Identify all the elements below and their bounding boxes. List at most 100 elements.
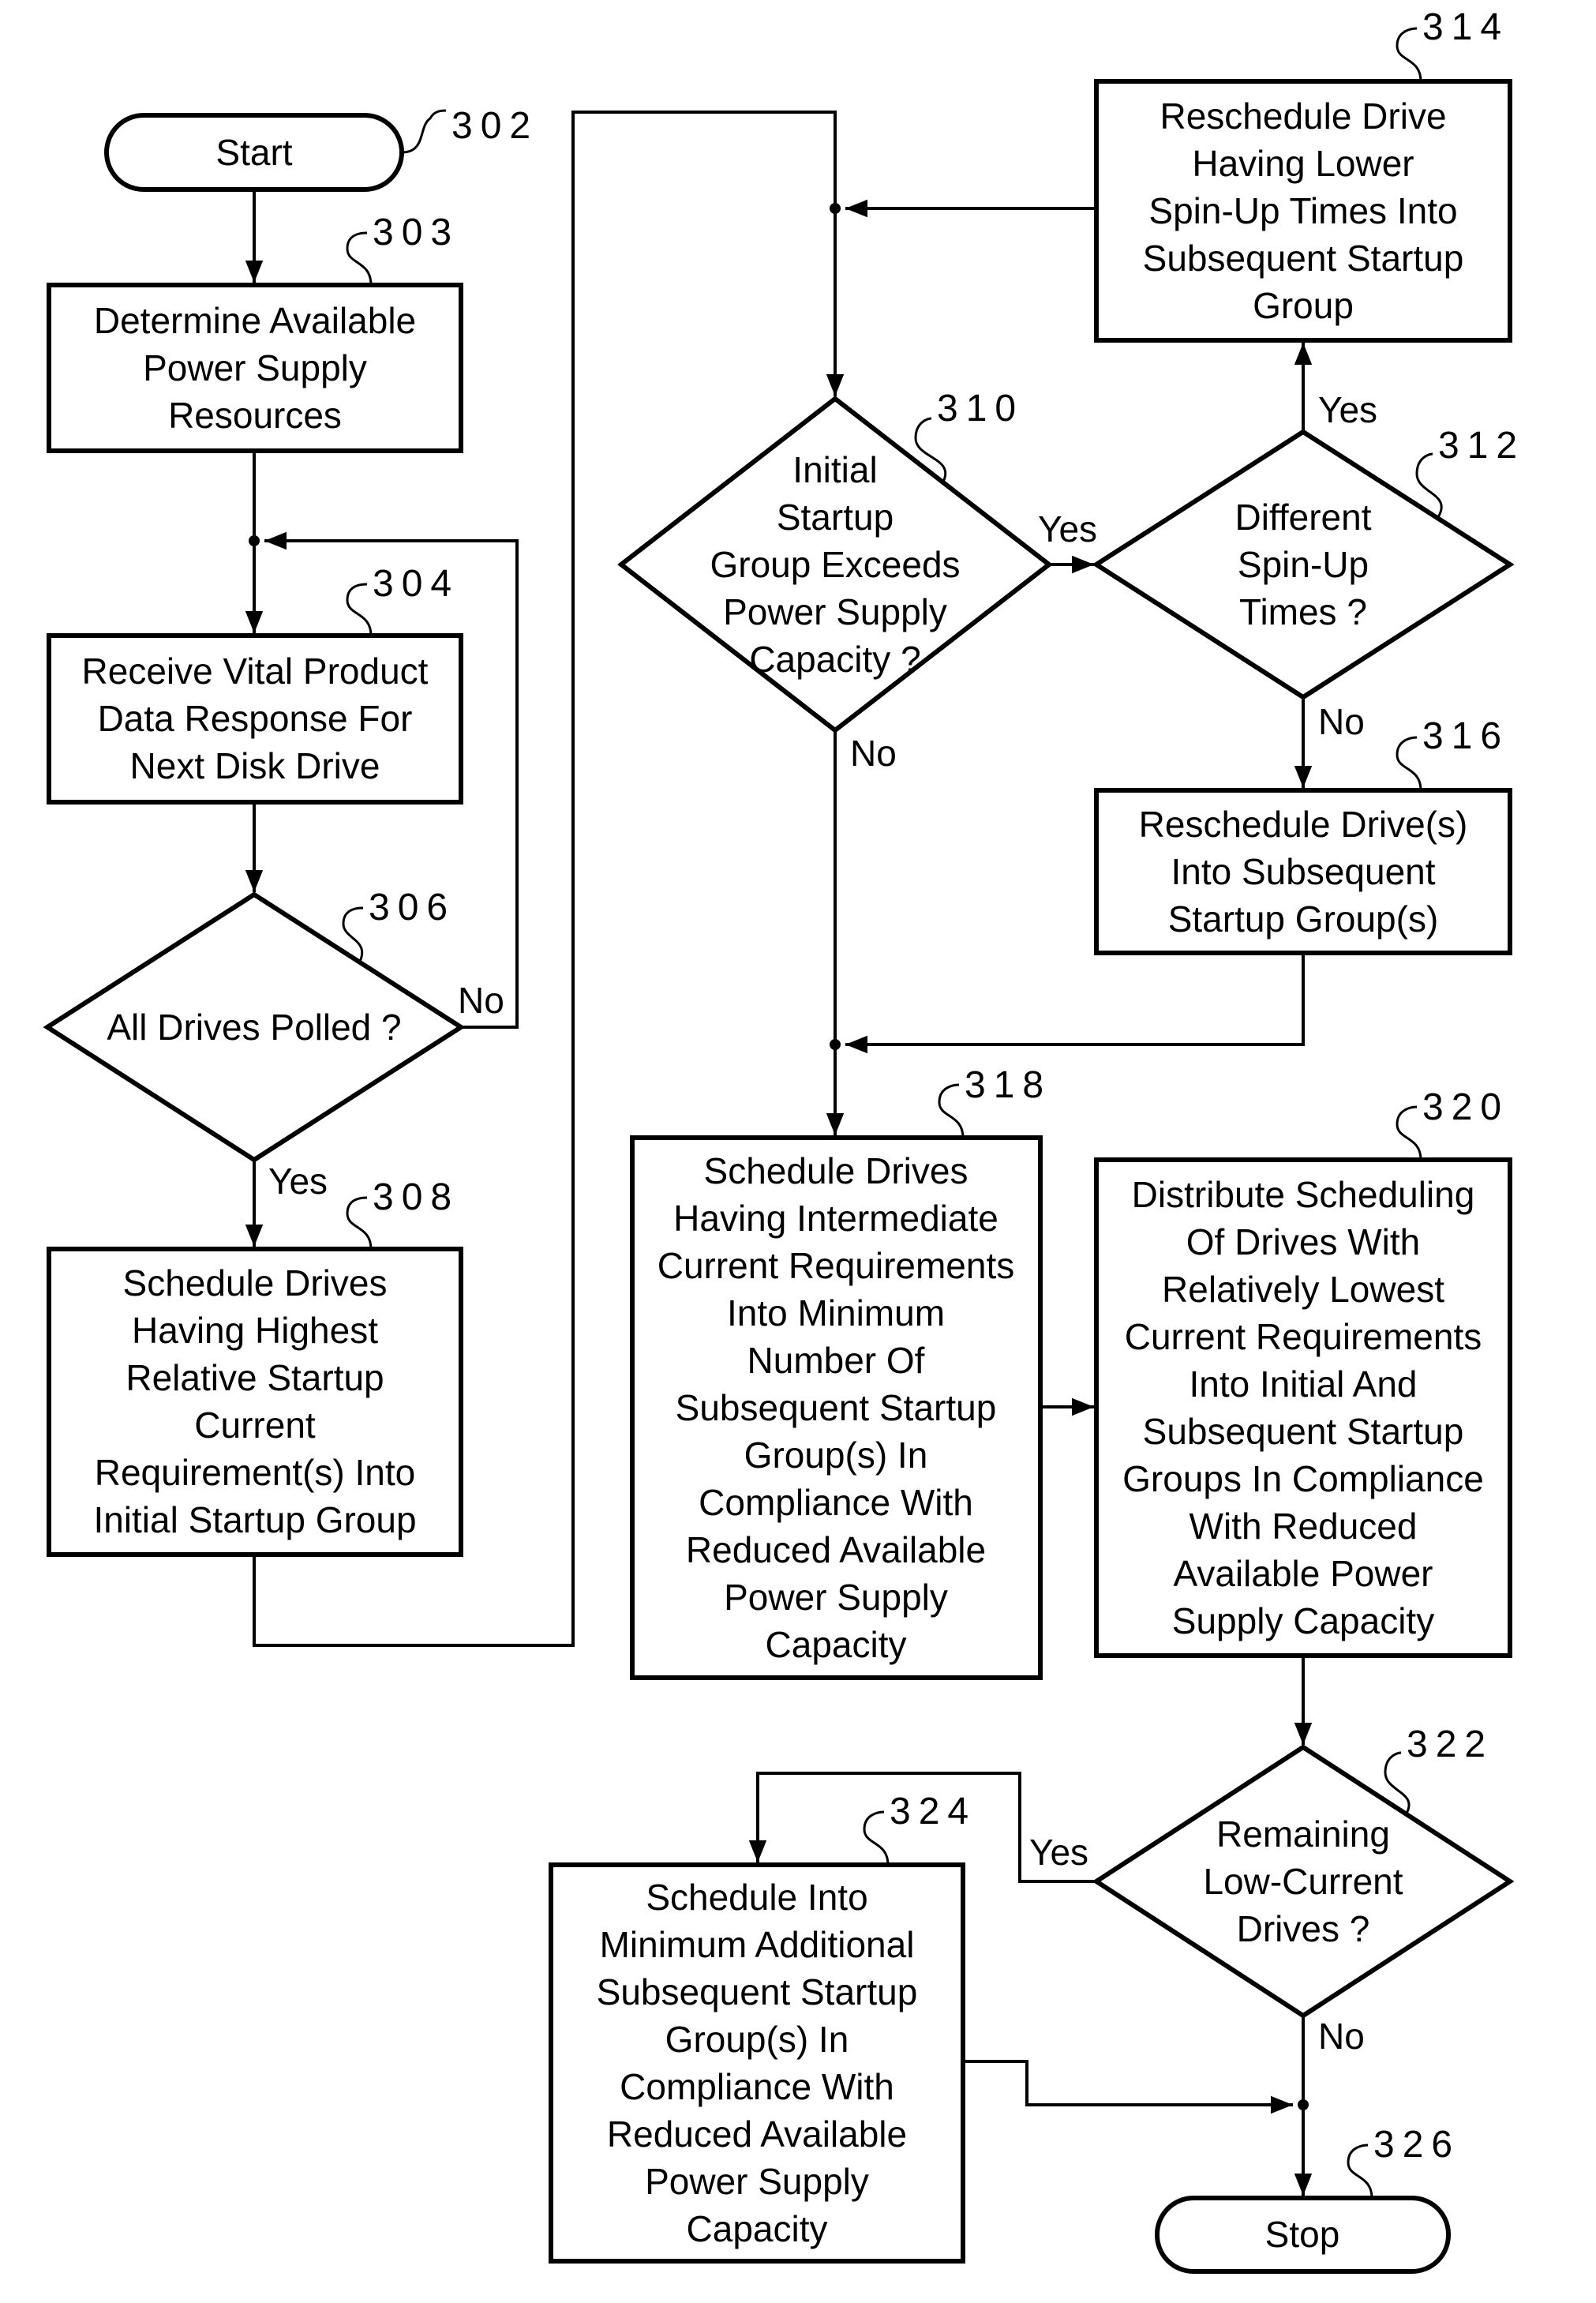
node-text-line: Subsequent Startup — [1143, 238, 1464, 279]
node-text-326: Stop — [1265, 2214, 1340, 2255]
node-text-line: Reduced Available — [607, 2114, 907, 2155]
ref-314: 314 — [1422, 6, 1509, 48]
leader-308 — [346, 1196, 373, 1250]
node-text-line: Number Of — [747, 1340, 925, 1381]
ref-308: 308 — [373, 1176, 459, 1218]
node-text-line: Resources — [168, 395, 342, 436]
node-text-line: Current — [194, 1405, 316, 1446]
edge-316-junction — [845, 953, 1305, 1054]
node-text-line: Power Supply — [645, 2161, 869, 2202]
node-text-line: Reschedule Drive(s) — [1139, 804, 1468, 845]
label-312-no: No — [1318, 701, 1365, 742]
node-text-line: Distribute Scheduling — [1132, 1174, 1475, 1215]
node-text-line: Relatively Lowest — [1162, 1269, 1444, 1310]
node-text-line: Schedule Drives — [123, 1262, 388, 1303]
node-text-line: Available Power — [1173, 1553, 1433, 1594]
junction-dot-318 — [830, 1039, 841, 1050]
node-text-line: Requirement(s) Into — [95, 1452, 416, 1493]
node-text-line: Spin-Up — [1238, 544, 1369, 585]
leader-320 — [1396, 1105, 1422, 1161]
leader-314 — [1396, 27, 1422, 82]
node-text-line: Initial Startup Group — [93, 1499, 416, 1540]
node-text-line: Capacity ? — [749, 639, 920, 680]
leader-318 — [938, 1083, 965, 1138]
node-text-line: Capacity — [766, 1624, 907, 1665]
node-text-line: Of Drives With — [1186, 1221, 1420, 1262]
node-text-line: Schedule Drives — [704, 1150, 968, 1191]
label-312-yes: Yes — [1318, 389, 1377, 430]
node-text-line: Group Exceeds — [710, 544, 960, 585]
node-text-line: Into Initial And — [1190, 1363, 1418, 1405]
node-text-line: Group(s) In — [744, 1435, 928, 1476]
node-text-line: Relative Startup — [126, 1357, 384, 1398]
ref-312: 312 — [1438, 425, 1525, 467]
node-text-line: Groups In Compliance — [1122, 1458, 1484, 1499]
label-310-no: No — [850, 733, 897, 774]
label-306-yes: Yes — [268, 1161, 328, 1202]
leader-304 — [346, 583, 373, 636]
node-text-line: Start — [215, 132, 292, 173]
node-text-line: Schedule Into — [646, 1877, 867, 1918]
node-text-line: Power Supply — [723, 591, 947, 632]
node-text-302: Start — [215, 132, 292, 173]
ref-306: 306 — [369, 887, 455, 928]
node-text-line: Reduced Available — [686, 1529, 986, 1570]
node-text-line: Having Lower — [1192, 143, 1414, 184]
node-text-312: Different Spin-Up Times ? — [1234, 497, 1371, 632]
node-text-line: Having Intermediate — [673, 1198, 998, 1239]
node-text-line: Subsequent Startup — [597, 1971, 918, 2012]
node-text-line: Times ? — [1239, 591, 1367, 632]
node-text-line: Next Disk Drive — [130, 745, 380, 786]
leader-324 — [863, 1810, 890, 1866]
label-310-yes: Yes — [1038, 508, 1097, 549]
ref-326: 326 — [1373, 2124, 1460, 2166]
node-text-line: Current Requirements — [658, 1245, 1015, 1286]
node-text-line: Into Subsequent — [1171, 851, 1435, 892]
leader-303 — [346, 231, 373, 286]
node-text-line: Initial — [792, 449, 877, 490]
node-text-line: Compliance With — [699, 1482, 973, 1523]
node-text-line: Having Highest — [132, 1310, 378, 1351]
node-text-line: Group(s) In — [665, 2019, 849, 2060]
leader-326 — [1347, 2144, 1373, 2199]
label-322-no: No — [1318, 2016, 1365, 2057]
flowchart: 302 303 304 306 308 310 312 314 316 318 … — [43, 6, 1525, 2274]
node-text-line: Capacity — [687, 2208, 828, 2249]
ref-303: 303 — [373, 212, 459, 253]
node-text-line: Different — [1234, 497, 1371, 538]
node-text-line: Subsequent Startup — [676, 1387, 997, 1428]
node-text-line: Spin-Up Times Into — [1148, 190, 1457, 231]
node-text-line: Reschedule Drive — [1160, 96, 1446, 137]
node-text-line: Group — [1253, 285, 1354, 326]
node-text-line: Subsequent Startup — [1143, 1411, 1464, 1452]
ref-310: 310 — [937, 388, 1024, 429]
node-text-line: Stop — [1265, 2214, 1340, 2255]
ref-324: 324 — [890, 1791, 976, 1832]
node-text-line: Into Minimum — [727, 1292, 945, 1333]
node-text-306: All Drives Polled ? — [107, 1007, 401, 1048]
node-text-line: Remaining — [1216, 1814, 1390, 1855]
node-text-line: Receive Vital Product — [82, 651, 429, 692]
label-322-yes: Yes — [1029, 1832, 1088, 1873]
node-text-line: Supply Capacity — [1172, 1600, 1434, 1641]
ref-322: 322 — [1407, 1723, 1493, 1765]
edge-324-junction — [963, 2060, 1293, 2114]
ref-302: 302 — [451, 105, 538, 147]
node-text-304: Receive Vital Product Data Response For Ne… — [82, 651, 429, 786]
leader-316 — [1396, 736, 1422, 791]
node-text-line: Low-Current — [1203, 1861, 1403, 1902]
leader-302 — [401, 109, 447, 154]
ref-320: 320 — [1422, 1086, 1509, 1128]
node-text-line: All Drives Polled ? — [107, 1007, 401, 1048]
node-text-line: Compliance With — [620, 2066, 894, 2107]
ref-316: 316 — [1422, 715, 1509, 757]
node-text-line: Current Requirements — [1125, 1316, 1482, 1357]
ref-318: 318 — [965, 1064, 1051, 1106]
node-text-line: Minimum Additional — [600, 1924, 915, 1965]
node-text-line: Startup Group(s) — [1168, 898, 1439, 940]
node-text-line: Determine Available — [94, 300, 416, 341]
node-text-line: Data Response For — [98, 698, 413, 739]
node-text-line: Power Supply — [724, 1577, 948, 1618]
node-text-line: With Reduced — [1190, 1506, 1418, 1547]
node-text-line: Drives ? — [1237, 1908, 1370, 1949]
